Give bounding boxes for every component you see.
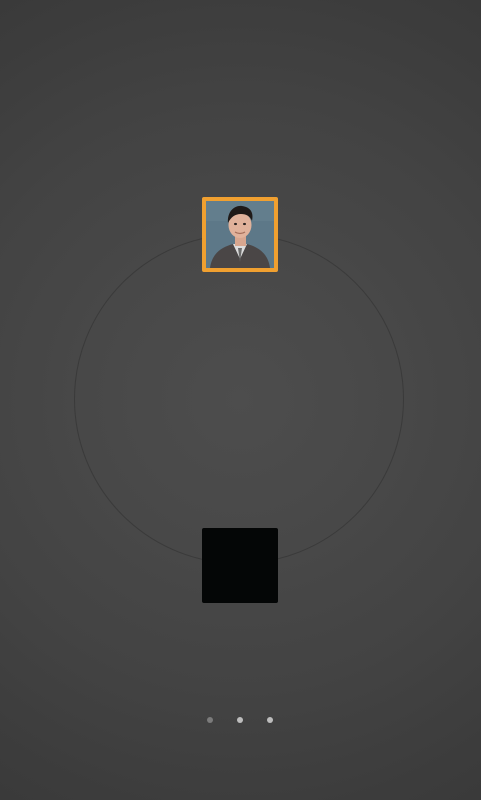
page-indicator	[196, 711, 284, 729]
carousel-screen	[0, 0, 481, 800]
orbit-ring	[74, 234, 404, 564]
person-photo-icon	[206, 201, 274, 268]
page-dot-3[interactable]	[267, 717, 273, 723]
page-dot-1[interactable]	[207, 717, 213, 723]
empty-contact-tile[interactable]	[202, 528, 278, 603]
contact-photo-tile[interactable]	[202, 197, 278, 272]
page-dot-2[interactable]	[237, 717, 243, 723]
